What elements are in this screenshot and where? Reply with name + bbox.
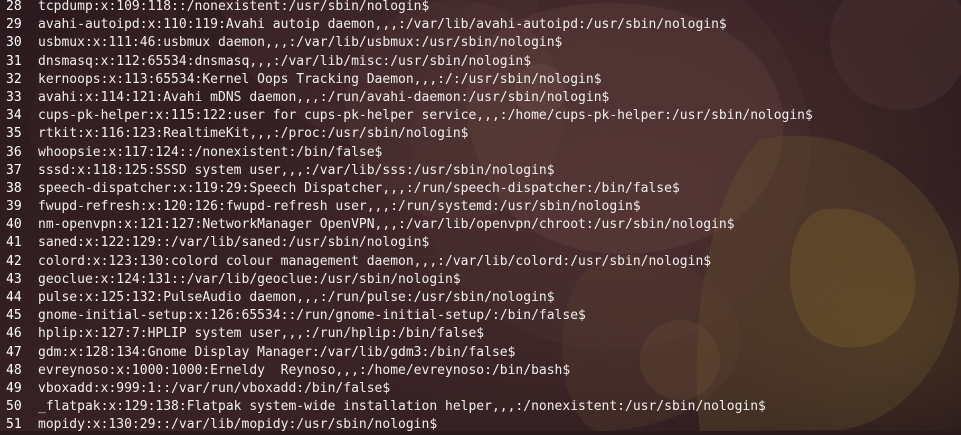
editor-line: 36 whoopsie:x:117:124::/nonexistent:/bin/…	[0, 144, 961, 162]
editor-line: 39 fwupd-refresh:x:120:126:fwupd-refresh …	[0, 198, 961, 216]
line-number: 38	[6, 180, 22, 196]
editor-line: 34 cups-pk-helper:x:115:122:user for cups…	[0, 107, 961, 125]
line-text: gdm:x:128:134:Gnome Display Manager:/var…	[38, 344, 516, 360]
line-number: 49	[6, 380, 22, 396]
line-text: avahi-autoipd:x:110:119:Avahi autoip dae…	[38, 17, 727, 33]
line-number: 36	[6, 144, 22, 160]
line-text: vboxadd:x:999:1::/var/run/vboxadd:/bin/f…	[38, 380, 391, 396]
line-number: 31	[6, 53, 22, 69]
editor-line: 37 sssd:x:118:125:SSSD system user,,,:/va…	[0, 162, 961, 180]
editor-line: 50 _flatpak:x:129:138:Flatpak system-wide…	[0, 398, 961, 416]
line-number: 33	[6, 89, 22, 105]
line-number: 30	[6, 35, 22, 51]
editor-line: 51 mopidy:x:130:29::/var/lib/mopidy:/usr/…	[0, 416, 961, 434]
line-number: 47	[6, 344, 22, 360]
line-number: 50	[6, 399, 22, 415]
terminal-text-area[interactable]: 28 tcpdump:x:109:118::/nonexistent:/usr/s…	[0, 0, 961, 434]
line-text: avahi:x:114:121:Avahi mDNS daemon,,,:/ru…	[38, 89, 610, 105]
editor-line: 31 dnsmasq:x:112:65534:dnsmasq,,,:/var/li…	[0, 53, 961, 71]
line-number: 28	[6, 0, 22, 14]
line-text: tcpdump:x:109:118::/nonexistent:/usr/sbi…	[38, 0, 430, 14]
line-text: hplip:x:127:7:HPLIP system user,,,:/run/…	[38, 326, 485, 342]
editor-line: 45 gnome-initial-setup:x:126:65534::/run/…	[0, 307, 961, 325]
editor-line: 33 avahi:x:114:121:Avahi mDNS daemon,,,:/…	[0, 89, 961, 107]
line-text: rtkit:x:116:123:RealtimeKit,,,:/proc:/us…	[38, 126, 469, 142]
line-text: nm-openvpn:x:121:127:NetworkManager Open…	[38, 217, 735, 233]
line-text: whoopsie:x:117:124::/nonexistent:/bin/fa…	[38, 144, 383, 160]
line-number: 51	[6, 417, 22, 433]
editor-line: 47 gdm:x:128:134:Gnome Display Manager:/v…	[0, 344, 961, 362]
line-number: 43	[6, 271, 22, 287]
line-text: _flatpak:x:129:138:Flatpak system-wide i…	[38, 399, 766, 415]
line-text: geoclue:x:124:131::/var/lib/geoclue:/usr…	[38, 271, 461, 287]
line-number: 37	[6, 162, 22, 178]
line-text: pulse:x:125:132:PulseAudio daemon,,,:/ru…	[38, 290, 555, 305]
editor-line: 28 tcpdump:x:109:118::/nonexistent:/usr/s…	[0, 0, 961, 16]
line-number: 46	[6, 326, 22, 342]
line-text: saned:x:122:129::/var/lib/saned:/usr/sbi…	[38, 235, 430, 251]
editor-line: 30 usbmux:x:111:46:usbmux daemon,,,:/var/…	[0, 34, 961, 52]
line-number: 29	[6, 17, 22, 33]
editor-line: 43 geoclue:x:124:131::/var/lib/geoclue:/u…	[0, 271, 961, 289]
line-text: speech-dispatcher:x:119:29:Speech Dispat…	[38, 180, 680, 196]
editor-line: 44 pulse:x:125:132:PulseAudio daemon,,,:/…	[0, 289, 961, 307]
line-text: kernoops:x:113:65534:Kernel Oops Trackin…	[38, 71, 602, 87]
line-text: mopidy:x:130:29::/var/lib/mopidy:/usr/sb…	[38, 417, 438, 433]
line-number: 45	[6, 308, 22, 324]
editor-line: 49 vboxadd:x:999:1::/var/run/vboxadd:/bin…	[0, 380, 961, 398]
editor-line: 41 saned:x:122:129::/var/lib/saned:/usr/s…	[0, 234, 961, 252]
line-text: cups-pk-helper:x:115:122:user for cups-p…	[38, 108, 813, 124]
line-text: gnome-initial-setup:x:126:65534::/run/gn…	[38, 308, 586, 324]
line-number: 39	[6, 199, 22, 215]
line-text: evreynoso:x:1000:1000:Erneldy Reynoso,,,…	[38, 362, 571, 378]
line-number: 35	[6, 126, 22, 142]
line-text: usbmux:x:111:46:usbmux daemon,,,:/var/li…	[38, 35, 563, 51]
editor-line: 42 colord:x:123:130:colord colour managem…	[0, 253, 961, 271]
editor-line: 32 kernoops:x:113:65534:Kernel Oops Track…	[0, 71, 961, 89]
line-number: 34	[6, 108, 22, 124]
editor-line: 48 evreynoso:x:1000:1000:Erneldy Reynoso,…	[0, 362, 961, 380]
line-text: dnsmasq:x:112:65534:dnsmasq,,,:/var/lib/…	[38, 53, 532, 69]
editor-line: 38 speech-dispatcher:x:119:29:Speech Disp…	[0, 180, 961, 198]
line-text: fwupd-refresh:x:120:126:fwupd-refresh us…	[38, 199, 641, 215]
line-text: colord:x:123:130:colord colour managemen…	[38, 253, 712, 269]
line-number: 40	[6, 217, 22, 233]
line-number: 48	[6, 362, 22, 378]
editor-line: 35 rtkit:x:116:123:RealtimeKit,,,:/proc:/…	[0, 125, 961, 143]
line-number: 42	[6, 253, 22, 269]
line-text: sssd:x:118:125:SSSD system user,,,:/var/…	[38, 162, 555, 178]
editor-line: 46 hplip:x:127:7:HPLIP system user,,,:/ru…	[0, 325, 961, 343]
editor-line: 40 nm-openvpn:x:121:127:NetworkManager Op…	[0, 216, 961, 234]
editor-line: 29 avahi-autoipd:x:110:119:Avahi autoip d…	[0, 16, 961, 34]
line-number: 44	[6, 290, 22, 305]
line-number: 41	[6, 235, 22, 251]
line-number: 32	[6, 71, 22, 87]
